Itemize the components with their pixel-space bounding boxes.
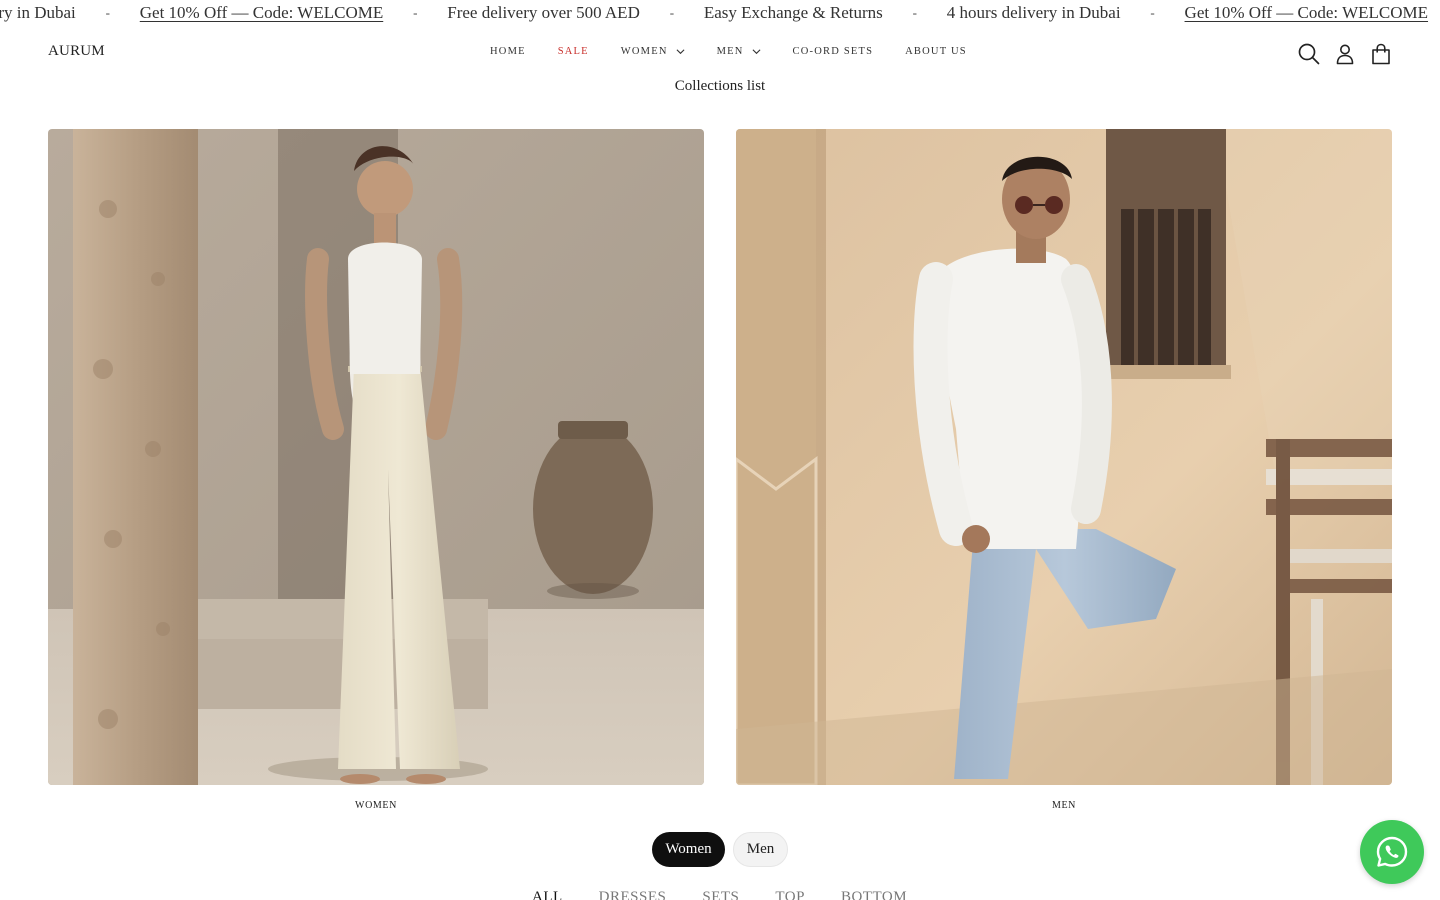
collection-women-label[interactable]: WOMEN (48, 800, 704, 811)
nav-men-label: MEN (716, 46, 744, 57)
announcement-text: Free delivery over 500 AED (447, 3, 640, 22)
filter-all[interactable]: ALL (532, 889, 563, 900)
search-button[interactable] (1297, 42, 1321, 66)
page-title: Collections list (674, 78, 766, 94)
nav-about-us-label: ABOUT US (905, 46, 967, 57)
search-icon (1298, 43, 1320, 65)
cart-button[interactable] (1369, 42, 1393, 66)
announcement-text: 4 hours delivery in Dubai (0, 3, 76, 22)
nav-sale-label: SALE (557, 46, 589, 57)
announcement-link-discount[interactable]: Get 10% Off — Code: WELCOME (1185, 3, 1428, 23)
nav-coord-sets[interactable]: CO-ORD SETS (793, 46, 874, 57)
announcement-separator: - (1428, 5, 1440, 21)
filter-bottom[interactable]: BOTTOM (841, 889, 907, 900)
nav-home[interactable]: HOME (490, 46, 526, 57)
nav-men[interactable]: MEN (717, 46, 761, 57)
women-collection-image (48, 129, 704, 785)
announcement-separator: - (912, 5, 917, 20)
nav-women-label: WOMEN (620, 46, 668, 57)
category-filters: ALL DRESSES SETS TOP BOTTOM (532, 889, 943, 900)
announcement-separator: - (105, 5, 110, 20)
announcement-text: 4 hours delivery in Dubai (946, 3, 1121, 22)
collection-men-label[interactable]: MEN (736, 800, 1392, 811)
account-icon (1336, 44, 1354, 65)
men-collection-image (736, 129, 1392, 785)
filter-sets[interactable]: SETS (702, 889, 739, 900)
toggle-women[interactable]: Women (652, 832, 725, 867)
filter-dresses[interactable]: DRESSES (599, 889, 667, 900)
filter-top[interactable]: TOP (775, 889, 805, 900)
main-nav: HOME SALE WOMEN MEN CO-ORD SETS ABOUT US (490, 46, 967, 57)
announcement-link-discount[interactable]: Get 10% Off — Code: WELCOME (140, 3, 383, 23)
announcement-track: 4 hours delivery in Dubai - Get 10% Off … (0, 3, 1440, 23)
site-logo[interactable]: AURUM (48, 43, 105, 60)
announcement-separator: - (413, 5, 418, 20)
chevron-down-icon (752, 49, 761, 55)
chevron-down-icon (676, 49, 685, 55)
announcement-separator: - (669, 5, 675, 20)
announcement-bar: 4 hours delivery in Dubai - Get 10% Off … (0, 0, 1440, 28)
toggle-men[interactable]: Men (733, 832, 788, 867)
collection-men-card[interactable] (736, 129, 1392, 785)
announcement-text: Easy Exchange & Returns (703, 3, 883, 22)
nav-coord-sets-label: CO-ORD SETS (792, 46, 874, 57)
nav-sale[interactable]: SALE (558, 46, 589, 57)
nav-about-us[interactable]: ABOUT US (905, 46, 967, 57)
account-button[interactable] (1333, 42, 1357, 66)
announcement-separator: - (1150, 5, 1155, 20)
nav-home-label: HOME (490, 46, 526, 57)
collection-women-card[interactable] (48, 129, 704, 785)
whatsapp-button[interactable] (1360, 820, 1424, 884)
cart-icon (1372, 43, 1390, 65)
header-icons (1297, 42, 1393, 66)
nav-women[interactable]: WOMEN (621, 46, 685, 57)
gender-toggle: Women Men (652, 832, 788, 867)
whatsapp-icon (1376, 836, 1408, 867)
